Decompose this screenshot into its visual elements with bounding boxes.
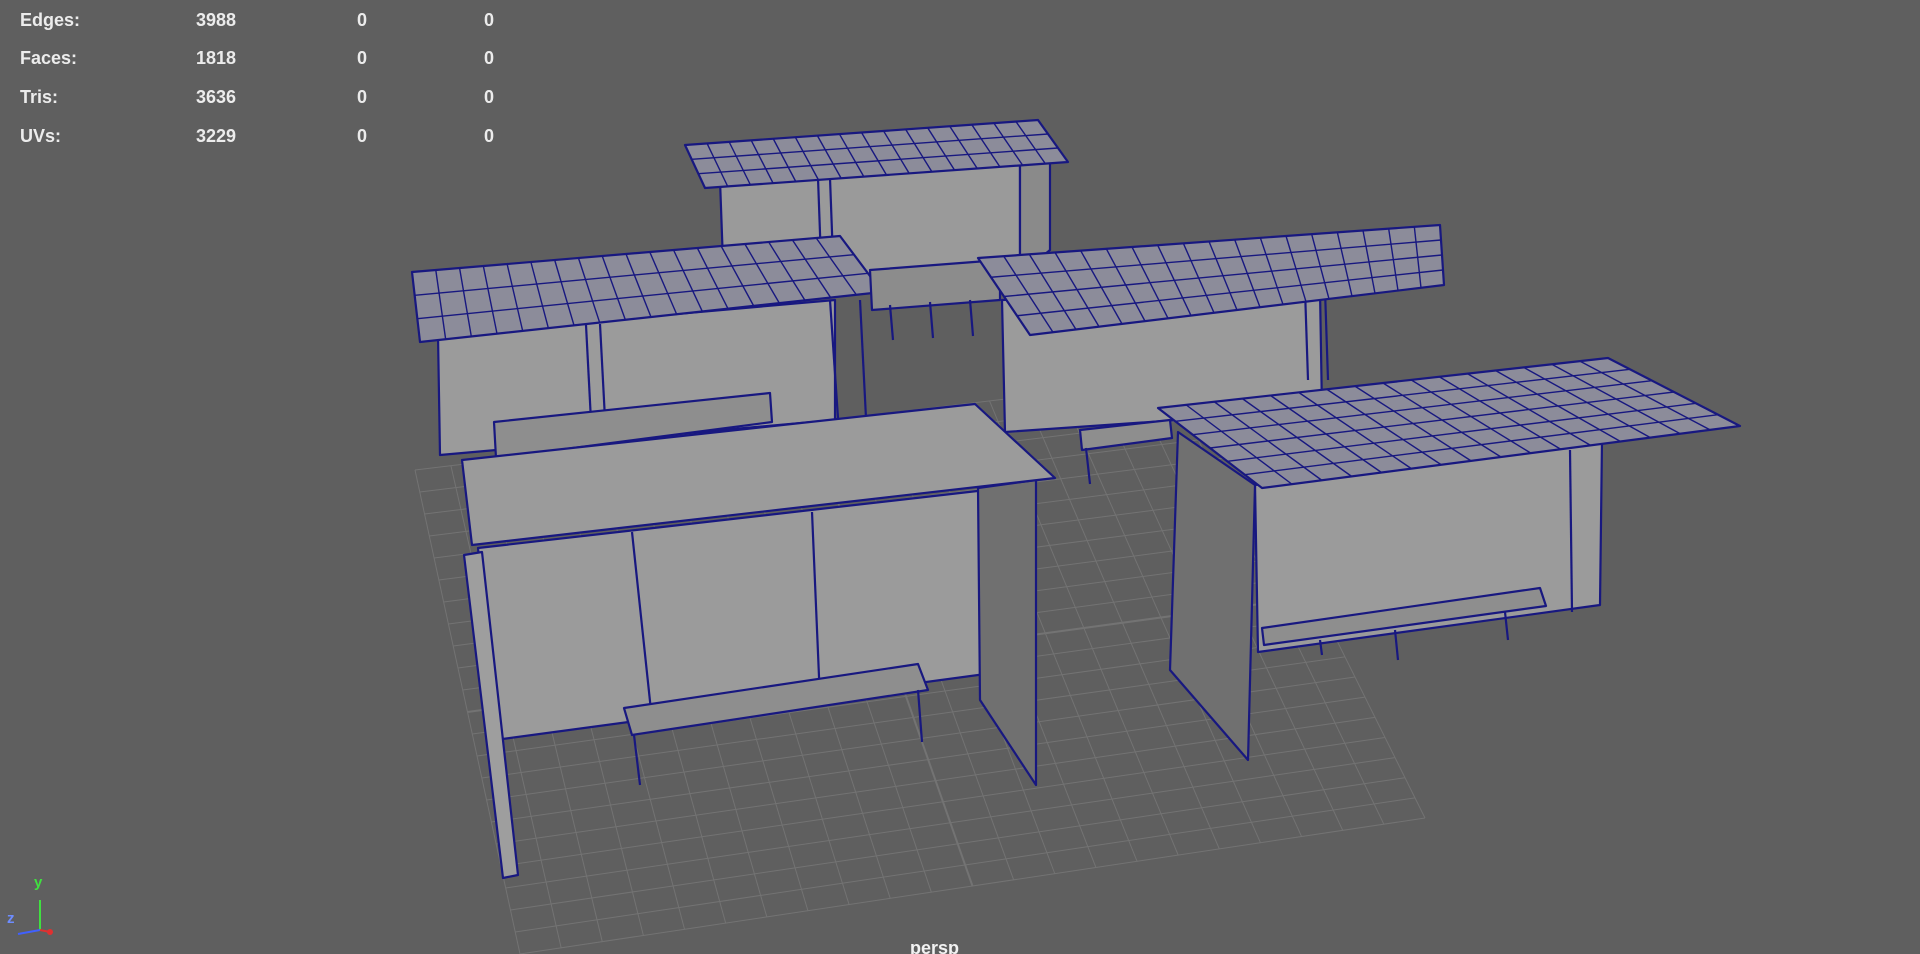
hud-value: 3636	[196, 87, 237, 107]
hud-label: UVs:	[20, 126, 62, 146]
hud-label: Edges:	[20, 10, 81, 30]
hud-value: 0	[357, 48, 368, 68]
hud-row-tris: Tris: 3636 0 0	[0, 85, 520, 109]
connector-frame	[868, 258, 1002, 341]
perspective-viewport[interactable]: Edges: 3988 0 0 Faces: 1818 0 0 Tris: 36…	[0, 0, 1920, 954]
glass-side-panel	[976, 478, 1038, 787]
hud-row-edges: Edges: 3988 0 0	[0, 8, 520, 32]
camera-name-label: persp	[910, 938, 960, 954]
heads-up-display: Edges: 3988 0 0 Faces: 1818 0 0 Tris: 36…	[0, 0, 520, 160]
hud-value: 0	[357, 126, 368, 146]
view-axis-icon: y z	[0, 874, 72, 944]
glass-side-panel	[1168, 430, 1257, 762]
hud-label: Tris:	[20, 87, 59, 107]
grid-line	[519, 817, 1426, 954]
hud-value: 0	[484, 126, 495, 146]
hud-value: 0	[357, 87, 368, 107]
hud-value: 1818	[196, 48, 237, 68]
hud-value: 3988	[196, 10, 237, 30]
bus-shelter-front-right[interactable]	[1156, 356, 1742, 762]
hud-value: 0	[484, 10, 495, 30]
bus-shelter-front[interactable]	[460, 402, 1057, 880]
axis-x-tip	[47, 929, 53, 935]
hud-value: 0	[484, 48, 495, 68]
hud-value: 0	[357, 10, 368, 30]
grid-line	[510, 777, 1406, 911]
hud-row-uvs: UVs: 3229 0 0	[0, 124, 520, 148]
shelter-post	[858, 299, 868, 419]
hud-label: Faces:	[20, 48, 78, 68]
axis-y-label: y	[34, 874, 43, 891]
hud-row-faces: Faces: 1818 0 0	[0, 46, 520, 70]
grid-line	[515, 797, 1416, 933]
shelter-post	[1323, 289, 1330, 381]
hud-value: 3229	[196, 126, 237, 146]
axis-z-line	[17, 929, 41, 935]
hud-value: 0	[484, 87, 495, 107]
axis-z-label: z	[7, 910, 15, 927]
